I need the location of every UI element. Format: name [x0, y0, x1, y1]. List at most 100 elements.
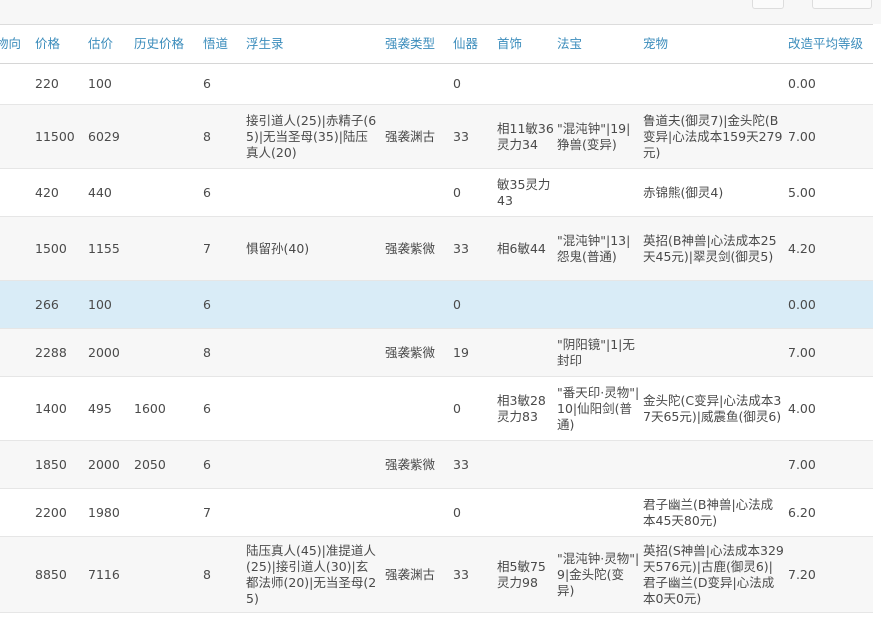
table-cell-c9: "阴阳镜"|1|无封印 — [557, 336, 635, 368]
table-cell-c6: 强袭紫微 — [385, 456, 436, 472]
column-header-c9[interactable]: 法宝 — [557, 25, 641, 63]
table-cell-c2: 2000 — [88, 456, 120, 472]
top-button-1[interactable] — [752, 0, 784, 9]
table-cell-c2: 7116 — [88, 566, 120, 582]
table-cell-c1: 2200 — [35, 504, 67, 520]
table-cell-c2: 440 — [88, 184, 112, 200]
table-cell-c11: 0.00 — [788, 296, 816, 312]
table-cell-c3: 1600 — [134, 400, 166, 416]
table-cell-c4: 8 — [203, 344, 211, 360]
column-header-c11[interactable]: 改造平均等级 — [788, 25, 873, 63]
table-cell-c2: 100 — [88, 296, 112, 312]
table-row[interactable]: 2200 1980 7 0 君子幽兰(B神兽|心法成本45天80元) 6.20 — [0, 489, 873, 537]
column-header-c6[interactable]: 强袭类型 — [385, 25, 451, 63]
top-button-2[interactable] — [812, 0, 872, 9]
table-cell-c10: 鲁道夫(御灵7)|金头陀(B变异|心法成本159天279元) — [643, 112, 783, 160]
table-cell-c1: 266 — [35, 296, 59, 312]
table-cell-c4: 8 — [203, 128, 211, 144]
table-cell-c2: 100 — [88, 76, 112, 91]
table-cell-c7: 0 — [453, 76, 461, 91]
table-cell-c7: 0 — [453, 184, 461, 200]
table-cell-c7: 0 — [453, 400, 461, 416]
table-row[interactable]: 1850 2000 2050 6 强袭紫微 33 7.00 — [0, 441, 873, 489]
table-cell-c4: 7 — [203, 504, 211, 520]
table-cell-c8: 相5敏75灵力98 — [497, 558, 546, 590]
table-cell-c10: 君子幽兰(B神兽|心法成本45天80元) — [643, 496, 774, 528]
table-cell-c1: 220 — [35, 76, 59, 91]
table-cell-c1: 1500 — [35, 240, 67, 256]
table-cell-c4: 6 — [203, 456, 211, 472]
table-row[interactable]: 11500 6029 8 接引道人(25)|赤精子(65)|无当圣母(35)|陆压真人… — [0, 105, 873, 169]
table-cell-c11: 7.00 — [788, 128, 816, 144]
table-cell-c7: 19 — [453, 344, 469, 360]
table-cell-c1: 2288 — [35, 344, 67, 360]
table-cell-c9: "混沌钟·灵物"|9|金头陀(变异) — [557, 550, 640, 598]
table-cell-c7: 33 — [453, 456, 469, 472]
column-header-c1[interactable]: 价格 — [35, 25, 85, 63]
table-cell-c5: 接引道人(25)|赤精子(65)|无当圣母(35)|陆压真人(20) — [246, 112, 377, 160]
column-header-c8[interactable]: 首饰 — [497, 25, 555, 63]
table-cell-c2: 495 — [88, 400, 112, 416]
column-header-c0[interactable]: 物向 — [0, 25, 33, 63]
table-row[interactable]: 1500 1155 7 惧留孙(40) 强袭紫微 33 相6敏44 "混沌钟"|13|怨鬼(普… — [0, 217, 873, 281]
table-cell-c4: 6 — [203, 184, 211, 200]
table-cell-c2: 6029 — [88, 128, 120, 144]
table-cell-c4: 7 — [203, 240, 211, 256]
table-cell-c4: 6 — [203, 76, 211, 91]
table-cell-c10: 赤锦熊(御灵4) — [643, 184, 724, 200]
table-cell-c11: 5.00 — [788, 184, 816, 200]
table-cell-c8: 敏35灵力43 — [497, 176, 551, 208]
column-header-c10[interactable]: 宠物 — [643, 25, 785, 63]
table-cell-c11: 7.20 — [788, 566, 816, 582]
table-cell-c10: 金头陀(C变异|心法成本37天65元)|威震鱼(御灵6) — [643, 392, 782, 424]
table-row[interactable]: 420 440 6 0 敏35灵力43 赤锦熊(御灵4) 5.00 — [0, 169, 873, 217]
column-header-c4[interactable]: 悟道 — [203, 25, 243, 63]
table-cell-c1: 1400 — [35, 400, 67, 416]
table-cell-c11: 4.00 — [788, 400, 816, 416]
table-cell-c4: 6 — [203, 400, 211, 416]
table-cell-c2: 1980 — [88, 504, 120, 520]
table-header: 物向 价格 估价 历史价格 悟道 浮生录 强袭类型 仙器 首饰 法宝 宠物 改造平均等级 — [0, 24, 873, 64]
scroll-edge — [873, 24, 881, 636]
table-cell-c5: 陆压真人(45)|准提道人(25)|接引道人(30)|玄都法师(20)|无当圣母… — [246, 542, 377, 606]
table-cell-c8: 相6敏44 — [497, 240, 546, 256]
table-cell-c7: 33 — [453, 566, 469, 582]
table-cell-c1: 11500 — [35, 128, 75, 144]
table-cell-c8: 相11敏36灵力34 — [497, 120, 554, 152]
table-row[interactable]: 8850 7116 8 陆压真人(45)|准提道人(25)|接引道人(30)|玄都法师… — [0, 537, 873, 613]
table-row[interactable]: 266 100 6 0 0.00 — [0, 281, 873, 329]
table-cell-c7: 33 — [453, 128, 469, 144]
table-cell-c5: 惧留孙(40) — [246, 240, 310, 256]
table-row[interactable]: 2288 2000 8 强袭紫微 19 "阴阳镜"|1|无封印 7.00 — [0, 329, 873, 377]
table-cell-c9: "番天印·灵物"|10|仙阳剑(普通) — [557, 384, 640, 432]
table-cell-c11: 7.00 — [788, 456, 816, 472]
table-cell-c9: "混沌钟"|13|怨鬼(普通) — [557, 232, 631, 264]
table-row[interactable]: 220 100 6 0 0.00 — [0, 64, 873, 105]
table-cell-c11: 0.00 — [788, 76, 816, 91]
table-cell-c11: 4.20 — [788, 240, 816, 256]
table-cell-c6: 强袭紫微 — [385, 240, 436, 256]
table-cell-c1: 1850 — [35, 456, 67, 472]
table-cell-c2: 2000 — [88, 344, 120, 360]
table-cell-c11: 6.20 — [788, 504, 816, 520]
column-header-c2[interactable]: 估价 — [88, 25, 133, 63]
column-header-c3[interactable]: 历史价格 — [134, 25, 200, 63]
table-cell-c7: 0 — [453, 296, 461, 312]
table-cell-c3: 2050 — [134, 456, 166, 472]
table-cell-c9: "混沌钟"|19|狰兽(变异) — [557, 120, 631, 152]
table-cell-c4: 8 — [203, 566, 211, 582]
table-cell-c10: 英招(B神兽|心法成本25天45元)|翠灵剑(御灵5) — [643, 232, 777, 264]
table-cell-c10: 英招(S神兽|心法成本329天576元)|古鹿(御灵6)|君子幽兰(D变异|心法… — [643, 542, 784, 606]
table-cell-c1: 8850 — [35, 566, 67, 582]
column-header-c5[interactable]: 浮生录 — [246, 25, 378, 63]
column-header-c7[interactable]: 仙器 — [453, 25, 495, 63]
table-row[interactable]: 1400 495 1600 6 0 相3敏28灵力83 "番天印·灵物"|10|仙阳剑(普通… — [0, 377, 873, 441]
table-cell-c4: 6 — [203, 296, 211, 312]
table-cell-c1: 420 — [35, 184, 59, 200]
table-cell-c7: 0 — [453, 504, 461, 520]
table-cell-c6: 强袭紫微 — [385, 344, 436, 360]
table-cell-c11: 7.00 — [788, 344, 816, 360]
table-cell-c7: 33 — [453, 240, 469, 256]
top-bar — [0, 0, 881, 24]
table-cell-c6: 强袭渊古 — [385, 566, 436, 582]
